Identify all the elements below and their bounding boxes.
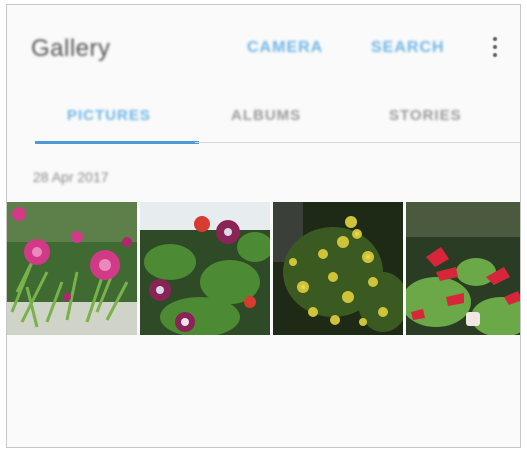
picture-thumbnail[interactable] [273, 202, 403, 335]
more-vertical-icon[interactable] [487, 31, 503, 63]
picture-grid [7, 202, 520, 335]
more-dot [493, 53, 497, 57]
red-flowers-image [406, 202, 520, 335]
pink-flowers-image [7, 202, 137, 335]
search-button[interactable]: SEARCH [371, 39, 445, 57]
purple-flowers-image [140, 202, 270, 335]
more-dot [493, 45, 497, 49]
more-dot [493, 37, 497, 41]
app-title: Gallery [31, 35, 111, 62]
selected-tab-indicator [35, 141, 199, 144]
tab-divider [195, 142, 520, 143]
tab-bar: PICTURES ALBUMS STORIES [31, 93, 520, 144]
tab-pictures[interactable]: PICTURES [67, 107, 151, 124]
yellow-flowers-image [273, 202, 403, 335]
picture-thumbnail[interactable] [7, 202, 137, 335]
tab-stories[interactable]: STORIES [389, 107, 462, 124]
section-date-header: 28 Apr 2017 [33, 169, 109, 185]
app-bar: Gallery CAMERA SEARCH [7, 5, 520, 85]
picture-thumbnail[interactable] [140, 202, 270, 335]
gallery-app-window: Gallery CAMERA SEARCH PICTURES ALBUMS ST… [6, 4, 521, 448]
tab-albums[interactable]: ALBUMS [231, 107, 301, 124]
picture-thumbnail[interactable] [406, 202, 520, 335]
camera-button[interactable]: CAMERA [247, 39, 323, 57]
